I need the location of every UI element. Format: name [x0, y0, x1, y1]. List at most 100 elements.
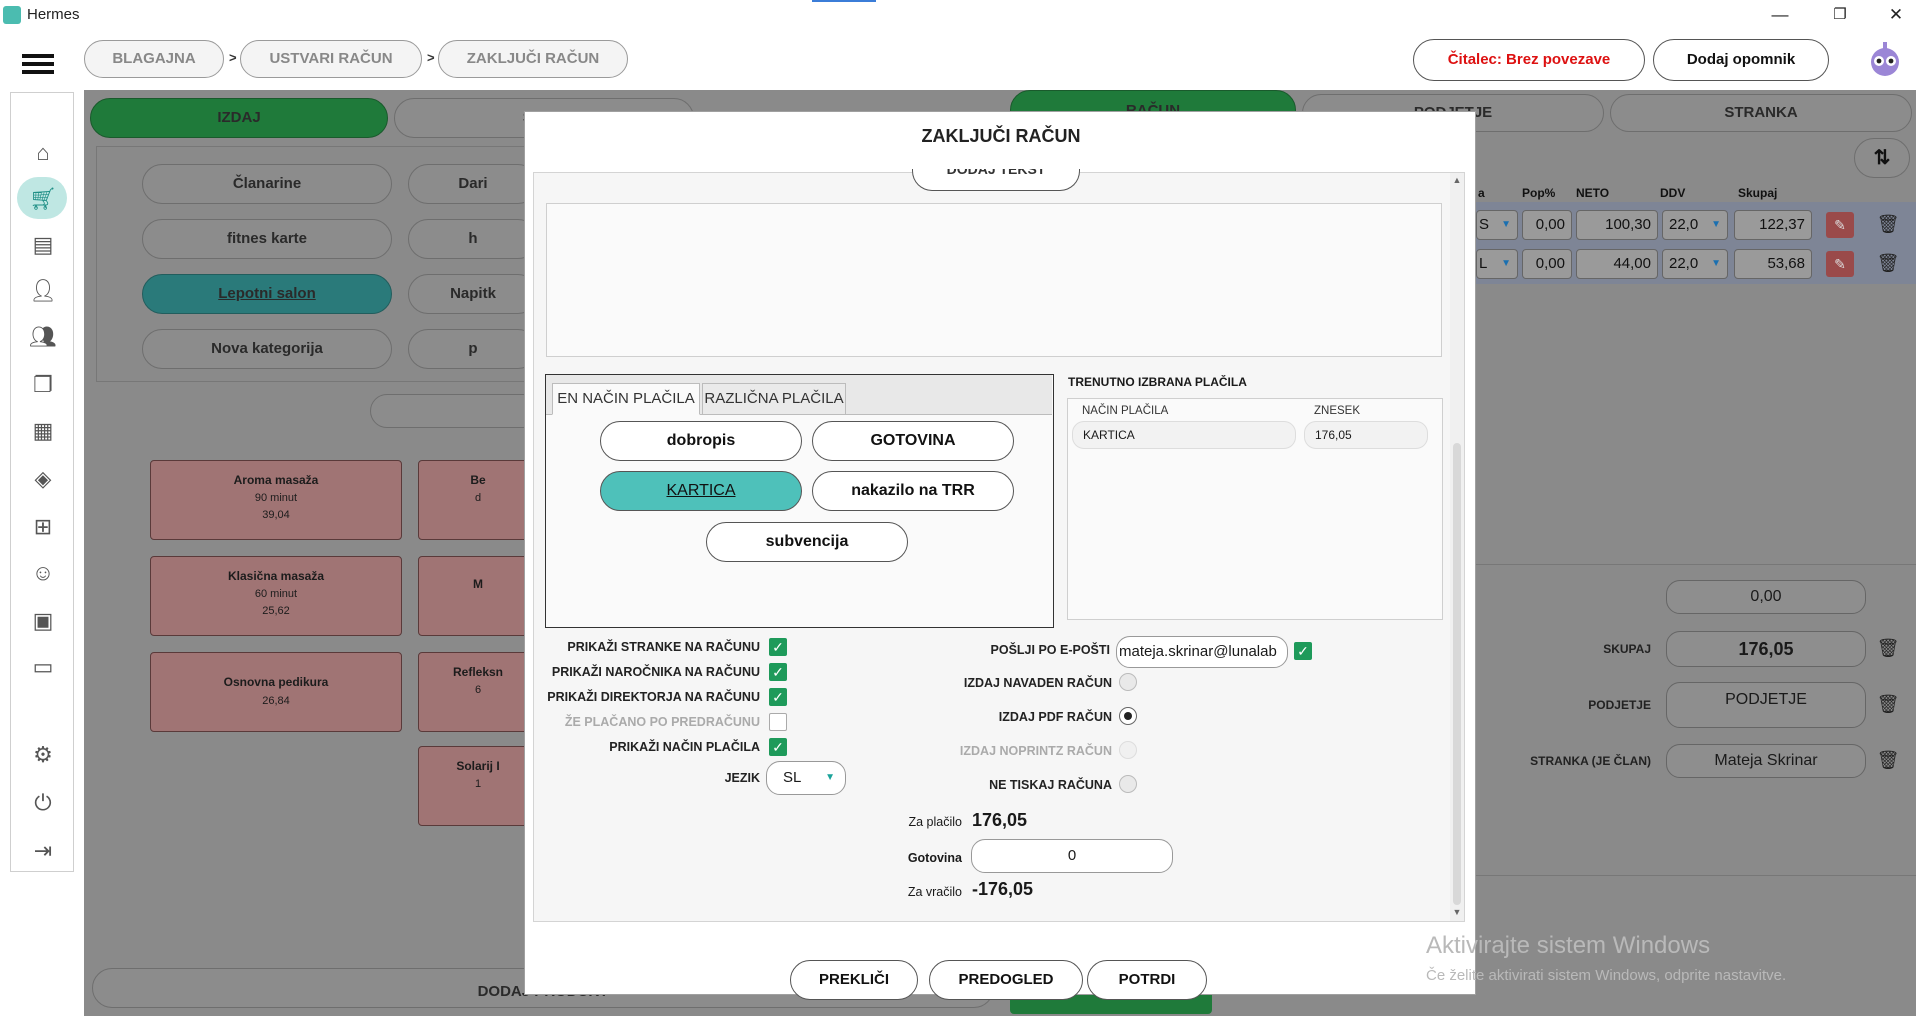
- payment-nakazilo-button[interactable]: nakazilo na TRR: [812, 471, 1014, 511]
- table-row-discount: 0,00: [1522, 210, 1572, 240]
- option-show-director-checkbox[interactable]: ✓: [769, 688, 787, 706]
- trash-icon: 🗑︎: [1876, 694, 1900, 714]
- category-napitki: Napitk: [408, 274, 538, 314]
- table-row-total: 53,68: [1734, 249, 1812, 279]
- col-header: a: [1478, 186, 1485, 200]
- edit-icon: ✎: [1826, 251, 1854, 277]
- home-icon[interactable]: ⌂: [21, 133, 65, 173]
- current-payments-list: NAČIN PLAČILA ZNESEK KARTICA 176,05: [1067, 398, 1443, 620]
- payment-dobropis-button[interactable]: dobropis: [600, 421, 802, 461]
- window-accent: [812, 0, 876, 2]
- add-reminder-button[interactable]: Dodaj opomnik: [1653, 39, 1829, 81]
- category-fitnes-karte: fitnes karte: [142, 219, 392, 259]
- tab-multiple-payments[interactable]: RAZLIČNA PLAČILA: [702, 383, 846, 415]
- payment-row-method: KARTICA: [1072, 421, 1296, 449]
- logout-icon[interactable]: ⇥: [21, 831, 65, 871]
- print-noprintz-label: IZDAJ NOPRINTZ RAČUN: [959, 744, 1112, 758]
- staff-icon[interactable]: ☺: [21, 553, 65, 593]
- service-card: Aroma masaža 90 minut 39,04: [150, 460, 402, 540]
- trash-icon: 🗑︎: [1876, 214, 1900, 234]
- activation-watermark-subtitle: Če želite aktivirati sistem Windows, odp…: [1426, 967, 1787, 984]
- discount-field: 0,00: [1666, 580, 1866, 614]
- tab-stranka: STRANKA: [1610, 94, 1912, 132]
- email-label: POŠLJI PO E-POŠTI: [990, 643, 1110, 657]
- payment-subvencija-button[interactable]: subvencija: [706, 522, 908, 562]
- preview-button[interactable]: PREDOGLED: [929, 960, 1083, 1000]
- receipt-icon[interactable]: ▤: [21, 225, 65, 265]
- activation-watermark: Aktivirajte sistem Windows: [1426, 932, 1711, 959]
- calendar-icon[interactable]: ▦: [21, 411, 65, 451]
- sidebar: ⌂ 🛒︎ ▤ 👤︎ 👥︎ ❐ ▦ ◈ ⊞ ☺ ▣ ▭ ⚙ ⏻ ⇥: [10, 92, 74, 872]
- scrollbar-thumb[interactable]: [1453, 443, 1461, 905]
- layers-icon[interactable]: ◈: [21, 459, 65, 499]
- table-row-vat: 22,0 ▼: [1662, 210, 1728, 240]
- sort-icon: ⇅: [1854, 138, 1910, 178]
- print-noprintz-radio[interactable]: [1119, 741, 1137, 759]
- avatar[interactable]: [1868, 40, 1902, 78]
- change-label: Za vračilo: [907, 885, 962, 899]
- documents-icon[interactable]: ❐: [21, 365, 65, 405]
- edit-icon: ✎: [1826, 212, 1854, 238]
- scrollbar[interactable]: ▲ ▼: [1450, 173, 1464, 921]
- print-pdf-label: IZDAJ PDF RAČUN: [998, 710, 1112, 724]
- breadcrumb-blagajna[interactable]: BLAGAJNA: [84, 40, 224, 78]
- confirm-button[interactable]: POTRDI: [1087, 960, 1207, 1000]
- divider: [1476, 875, 1916, 876]
- tab-izdaj: IZDAJ: [90, 98, 388, 138]
- briefcase-icon[interactable]: ▣: [21, 601, 65, 641]
- text-area[interactable]: [546, 203, 1442, 357]
- gear-icon[interactable]: ⚙: [21, 735, 65, 775]
- breadcrumb-zakljuci-racun[interactable]: ZAKLJUČI RAČUN: [438, 40, 628, 78]
- scroll-up-icon: ▲: [1452, 175, 1462, 185]
- service-card: Refleksn 6: [418, 652, 538, 732]
- payment-method-panel: EN NAČIN PLAČILA RAZLIČNA PLAČILA dobrop…: [545, 374, 1054, 628]
- service-card: Klasična masaža 60 minut 25,62: [150, 556, 402, 636]
- users-icon[interactable]: 👥︎: [21, 317, 65, 357]
- search-field: [370, 394, 540, 428]
- user-icon[interactable]: 👤︎: [21, 271, 65, 311]
- col-amount: ZNESEK: [1314, 405, 1361, 417]
- col-header: NETO: [1576, 186, 1610, 200]
- maximize-button[interactable]: ❐: [1820, 3, 1860, 27]
- dialog-title: ZAKLJUČI RAČUN: [921, 126, 1081, 146]
- service-card: M: [418, 556, 538, 636]
- scroll-down-icon: ▼: [1452, 907, 1462, 917]
- no-print-radio[interactable]: [1119, 775, 1137, 793]
- email-field[interactable]: mateja.skrinar@lunalab: [1116, 636, 1288, 668]
- change-value: -176,05: [972, 879, 1034, 899]
- reader-status-button[interactable]: Čitalec: Brez povezave: [1413, 39, 1645, 81]
- power-icon[interactable]: ⏻: [21, 783, 65, 823]
- cart-icon[interactable]: 🛒︎: [21, 179, 65, 219]
- table-row-total: 122,37: [1734, 210, 1812, 240]
- customer-label: STRANKA (JE ČLAN): [1530, 754, 1651, 768]
- service-card: Be d: [418, 460, 538, 540]
- close-window-button[interactable]: ✕: [1876, 3, 1916, 27]
- cash-input[interactable]: 0: [971, 839, 1173, 873]
- add-text-button[interactable]: DODAJ TEKST: [912, 169, 1080, 191]
- finish-invoice-dialog: ZAKLJUČI RAČUN DODAJ TEKST EN NAČIN PLAČ…: [524, 111, 1476, 1000]
- cancel-button[interactable]: PREKLIČI: [790, 960, 918, 1000]
- col-header: Pop%: [1522, 186, 1556, 200]
- company-label: PODJETJE: [1588, 698, 1651, 712]
- print-normal-radio[interactable]: [1119, 673, 1137, 691]
- breadcrumb-ustvari-racun[interactable]: USTVARI RAČUN: [240, 40, 422, 78]
- customer-field: Mateja Skrinar: [1666, 744, 1866, 778]
- to-pay-value: 176,05: [972, 810, 1028, 830]
- breadcrumb-separator: >: [427, 50, 435, 65]
- table-row-net: 100,30: [1576, 210, 1658, 240]
- send-email-checkbox[interactable]: ✓: [1294, 642, 1312, 660]
- to-pay-label: Za plačilo: [908, 815, 963, 829]
- tab-single-payment[interactable]: EN NAČIN PLAČILA: [552, 383, 700, 415]
- total-field: 176,05: [1666, 631, 1866, 667]
- print-pdf-radio[interactable]: [1119, 707, 1137, 725]
- menu-icon[interactable]: [22, 52, 54, 76]
- payment-gotovina-button[interactable]: GOTOVINA: [812, 421, 1014, 461]
- col-header: Skupaj: [1738, 186, 1778, 200]
- payment-kartica-button[interactable]: KARTICA: [600, 471, 802, 511]
- app-logo-icon: [3, 6, 21, 24]
- category-dari: Dari: [408, 164, 538, 204]
- sitemap-icon[interactable]: ⊞: [21, 507, 65, 547]
- minimize-button[interactable]: —: [1760, 3, 1800, 27]
- table-row-net: 44,00: [1576, 249, 1658, 279]
- chat-icon[interactable]: ▭: [21, 647, 65, 687]
